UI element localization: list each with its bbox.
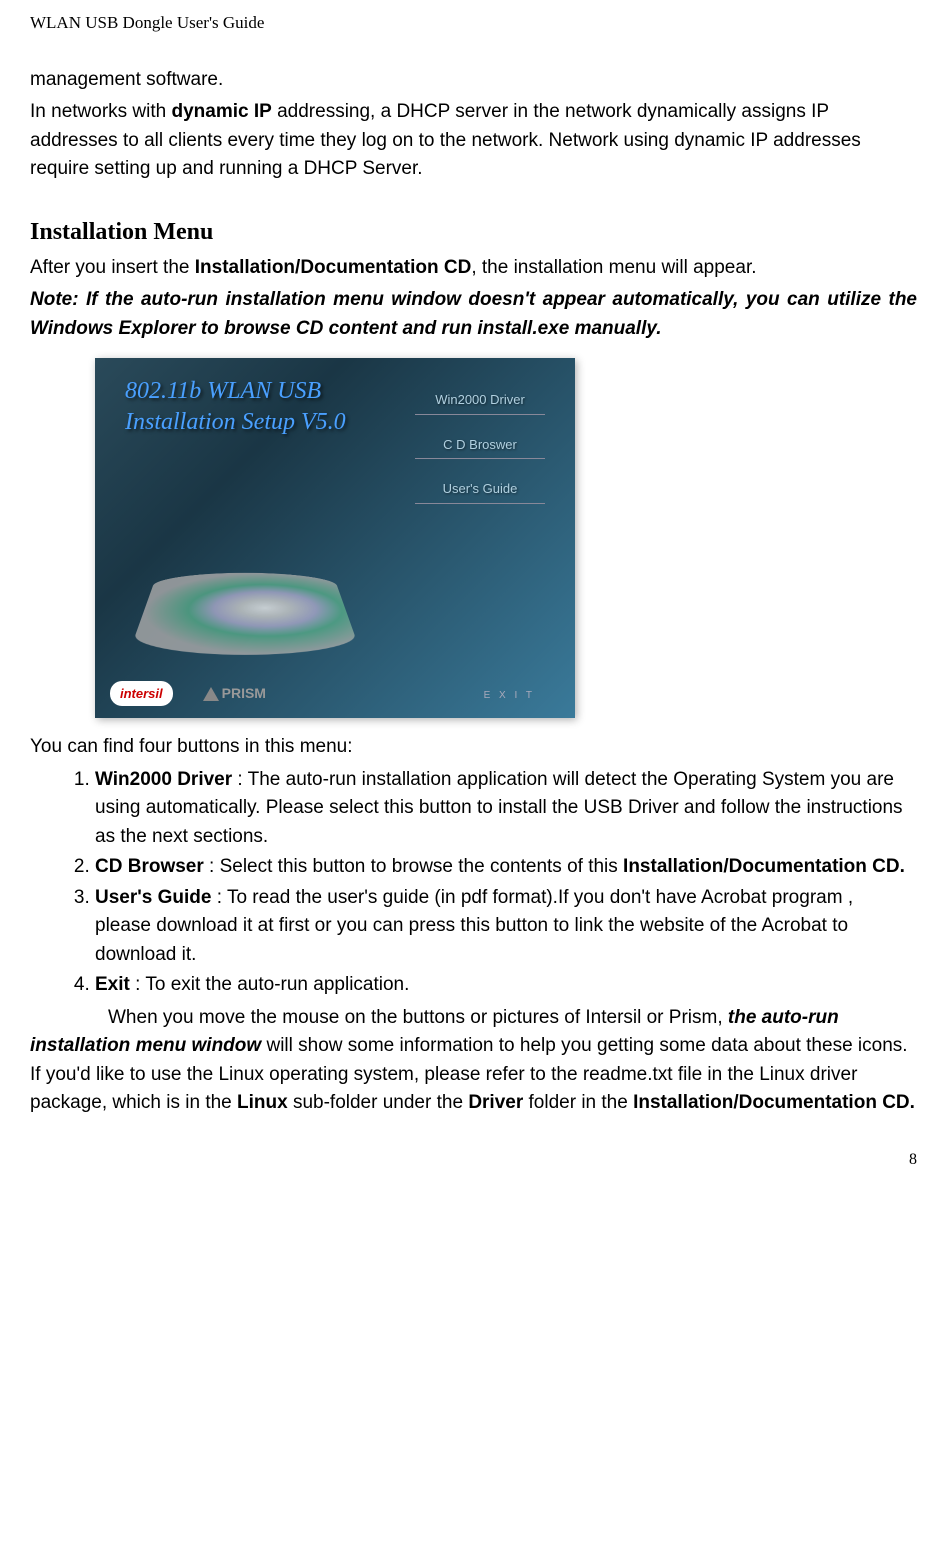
cd-browser-link[interactable]: C D Broswer bbox=[415, 433, 545, 460]
bold-text: dynamic IP bbox=[172, 101, 272, 122]
item-label: CD Browser bbox=[95, 856, 204, 877]
paragraph: After you insert the Installation/Docume… bbox=[30, 254, 917, 283]
button-list: Win2000 Driver : The auto-run installati… bbox=[30, 766, 917, 1000]
item-label: Exit bbox=[95, 974, 130, 995]
list-item: Win2000 Driver : The auto-run installati… bbox=[95, 766, 917, 852]
section-heading: Installation Menu bbox=[30, 214, 917, 250]
item-text: : To exit the auto-run application. bbox=[130, 974, 410, 995]
item-trail: Installation/Documentation CD. bbox=[623, 856, 905, 877]
text: , the installation menu will appear. bbox=[471, 257, 756, 278]
item-label: User's Guide bbox=[95, 887, 211, 908]
page-number: 8 bbox=[30, 1148, 917, 1172]
prism-icon bbox=[203, 687, 219, 701]
list-item: CD Browser : Select this button to brows… bbox=[95, 853, 917, 882]
note-callout: Note: If the auto-run installation menu … bbox=[30, 286, 917, 343]
logos-row: intersil PRISM bbox=[110, 681, 266, 707]
item-text: : Select this button to browse the conte… bbox=[204, 856, 623, 877]
prism-logo[interactable]: PRISM bbox=[203, 683, 266, 704]
text: 802.11b WLAN USB bbox=[125, 378, 321, 404]
list-item: Exit : To exit the auto-run application. bbox=[95, 971, 917, 1000]
intersil-logo[interactable]: intersil bbox=[110, 681, 173, 707]
bold-text: Linux bbox=[237, 1092, 288, 1113]
bold-text: Driver bbox=[468, 1092, 523, 1113]
text: In networks with bbox=[30, 101, 172, 122]
bold-text: Installation/Documentation CD bbox=[195, 257, 472, 278]
doc-header: WLAN USB Dongle User's Guide bbox=[30, 10, 917, 36]
paragraph-intro-2: In networks with dynamic IP addressing, … bbox=[30, 98, 917, 184]
installer-menu: Win2000 Driver C D Broswer User's Guide bbox=[415, 388, 545, 522]
users-guide-link[interactable]: User's Guide bbox=[415, 477, 545, 504]
text: After you insert the bbox=[30, 257, 195, 278]
text: Installation Setup V5.0 bbox=[125, 409, 346, 435]
list-item: User's Guide : To read the user's guide … bbox=[95, 884, 917, 970]
win2000-driver-link[interactable]: Win2000 Driver bbox=[415, 388, 545, 415]
closing-paragraph: When you move the mouse on the buttons o… bbox=[30, 1004, 917, 1118]
cd-graphic bbox=[128, 573, 361, 655]
installer-screenshot: 802.11b WLAN USB Installation Setup V5.0… bbox=[95, 358, 575, 718]
exit-button[interactable]: E X I T bbox=[484, 688, 535, 703]
text: sub-folder under the bbox=[288, 1092, 469, 1113]
bold-text: Installation/Documentation CD. bbox=[633, 1092, 915, 1113]
paragraph-intro-1: management software. bbox=[30, 66, 917, 95]
item-label: Win2000 Driver bbox=[95, 769, 232, 790]
paragraph: You can find four buttons in this menu: bbox=[30, 733, 917, 762]
text: folder in the bbox=[523, 1092, 633, 1113]
text: PRISM bbox=[222, 685, 266, 701]
text: When you move the mouse on the buttons o… bbox=[108, 1007, 728, 1028]
